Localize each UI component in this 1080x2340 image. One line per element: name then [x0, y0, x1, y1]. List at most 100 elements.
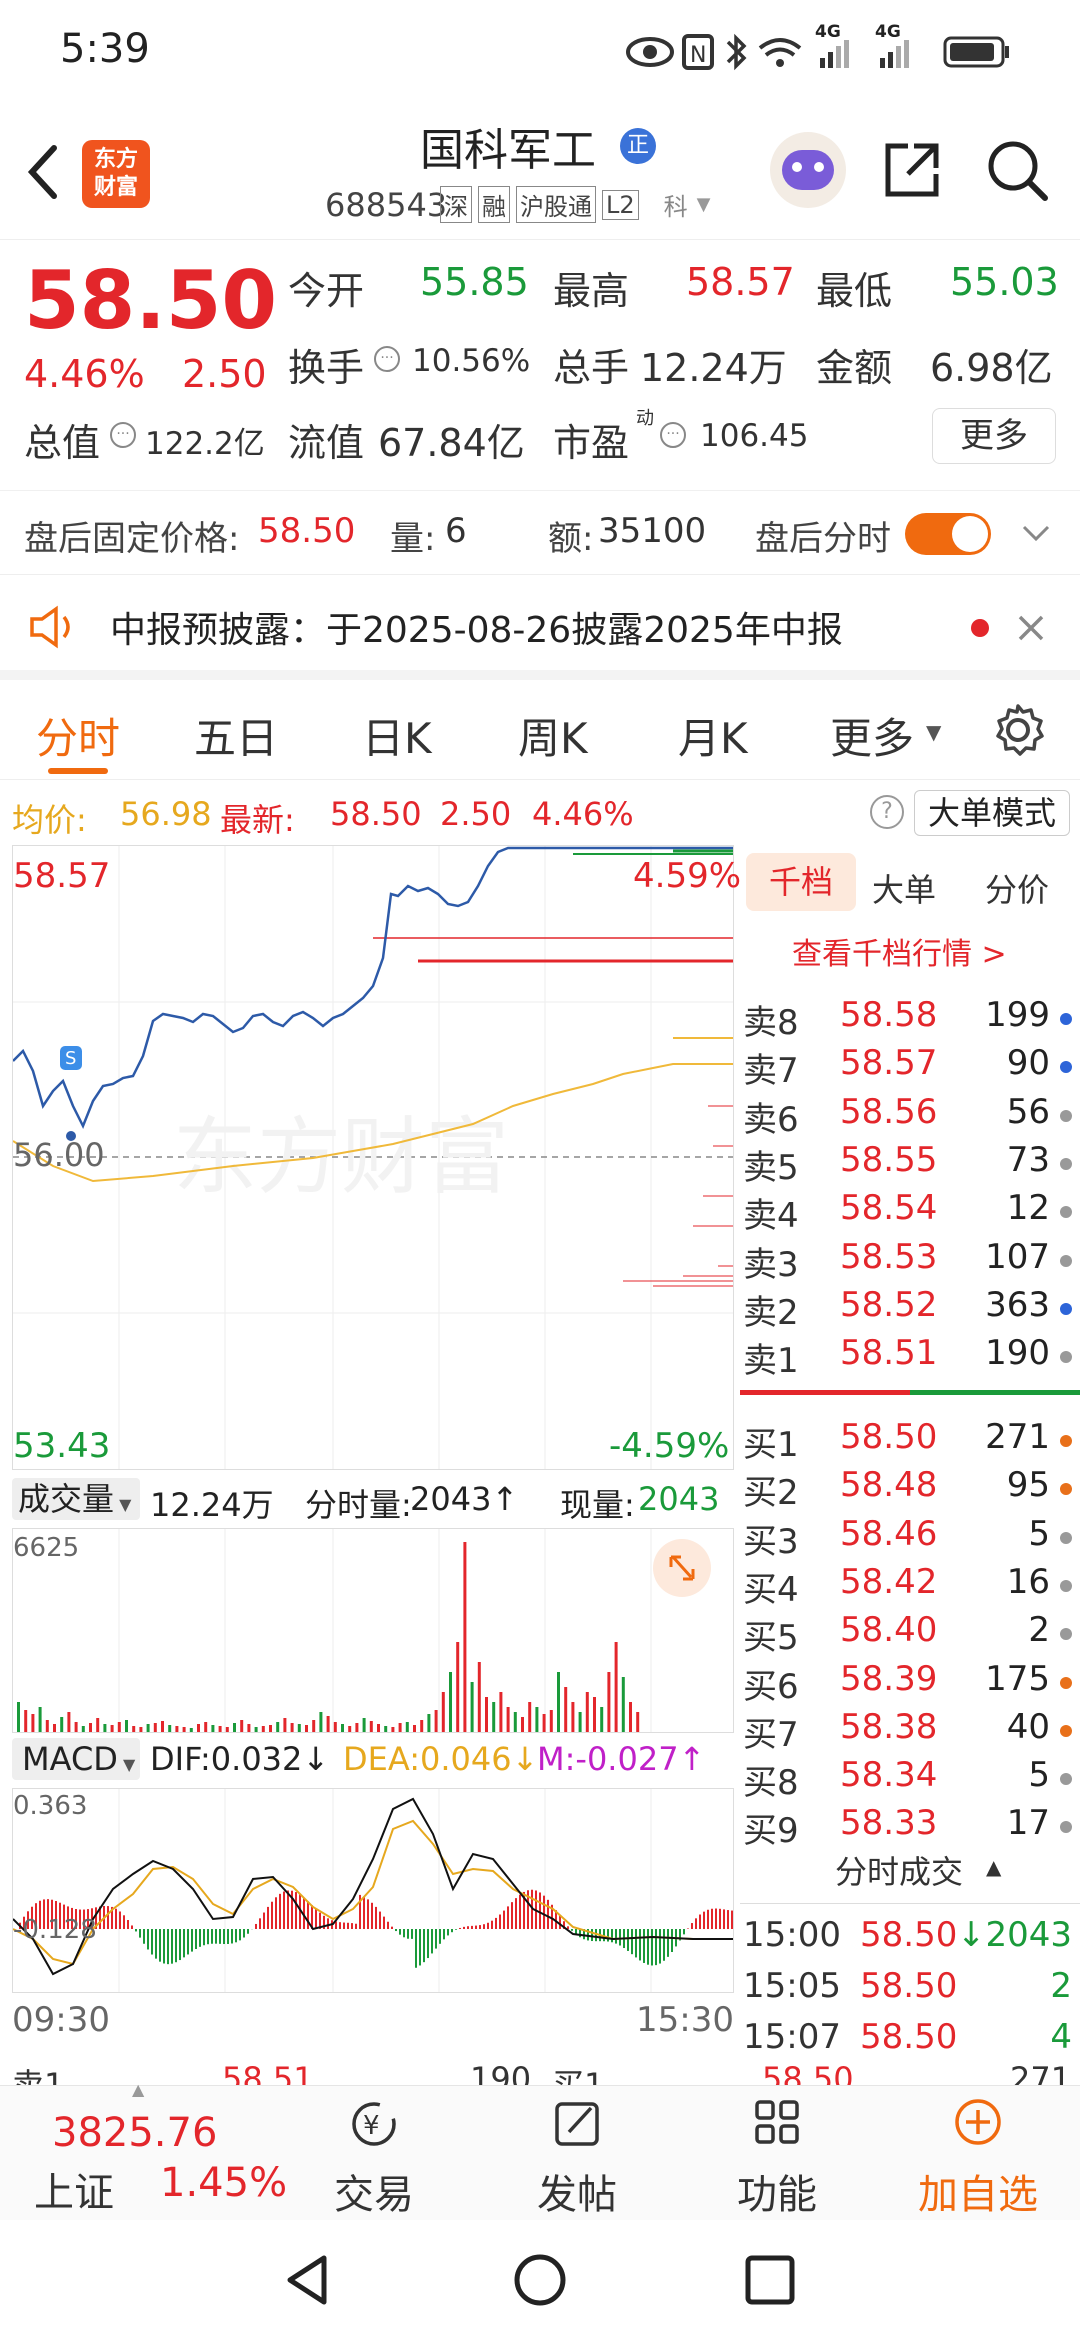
- tab-big-orders[interactable]: 大单: [872, 865, 936, 911]
- turnover-value: 10.56%: [412, 343, 531, 379]
- bid-row[interactable]: 买9 58.33 17: [740, 1803, 1080, 1851]
- tab-monthly-k[interactable]: 月K: [678, 705, 748, 766]
- tab-depth[interactable]: 千档: [746, 853, 856, 911]
- close-icon[interactable]: [1016, 613, 1046, 643]
- intraday-chart[interactable]: 东方财富 S 58.57 4.59% 56.00 53.43 -4.59%: [12, 845, 741, 1470]
- level-dot: [1060, 1435, 1072, 1447]
- level-dot: [1060, 1013, 1072, 1025]
- ask-row[interactable]: 卖7 58.57 90: [740, 1043, 1080, 1091]
- nav-home-icon[interactable]: [512, 2252, 568, 2308]
- stock-code: 688543: [325, 186, 448, 224]
- assistant-robot-icon[interactable]: [770, 132, 846, 208]
- level-label: 买4: [743, 1569, 799, 1610]
- bid-row[interactable]: 买6 58.39 175: [740, 1659, 1080, 1707]
- bottom-pct-label: -4.59%: [609, 1426, 730, 1466]
- chart-tabs: 分时 五日 日K 周K 月K 更多 ▼: [0, 680, 1080, 780]
- app-logo: 东方 财富: [82, 140, 150, 208]
- time-end: 15:30: [636, 2000, 734, 2040]
- info-icon[interactable]: ···: [374, 346, 400, 372]
- bid-row[interactable]: 买1 58.50 271: [740, 1417, 1080, 1465]
- speaker-icon: [30, 605, 70, 649]
- post-button[interactable]: 发帖: [497, 2096, 657, 2220]
- bid-row[interactable]: 买2 58.48 95: [740, 1465, 1080, 1513]
- tab-price-distribution[interactable]: 分价: [985, 865, 1049, 911]
- ask-row[interactable]: 卖1 58.51 190: [740, 1333, 1080, 1381]
- index-value: 3825.76: [52, 2110, 218, 2156]
- level-volume: 95: [1006, 1465, 1050, 1506]
- level-label: 买9: [743, 1811, 799, 1852]
- info-icon[interactable]: ···: [660, 422, 686, 448]
- trade-button[interactable]: ¥ 交易: [294, 2096, 454, 2220]
- nav-back-icon[interactable]: [280, 2252, 336, 2308]
- watermark: 东方财富: [173, 1108, 509, 1206]
- notice-text: 中报预披露：于2025-08-26披露2025年中报: [110, 610, 843, 651]
- latest-value: 58.50: [330, 795, 422, 833]
- ask-row[interactable]: 卖2 58.52 363: [740, 1285, 1080, 1333]
- level-label: 买7: [743, 1714, 799, 1755]
- level-dot: [1060, 1157, 1072, 1170]
- tab-weekly-k[interactable]: 周K: [518, 705, 588, 766]
- bid-row[interactable]: 买8 58.34 5: [740, 1755, 1080, 1803]
- level-dot: [1060, 1109, 1072, 1122]
- expand-icon[interactable]: [653, 1539, 711, 1597]
- volume-chart[interactable]: 6625: [12, 1528, 734, 1733]
- avg-value: 56.98: [120, 795, 212, 833]
- verified-badge: 正: [620, 128, 656, 164]
- status-bar: 5:39 N 4G 4G: [0, 0, 1080, 100]
- view-depth-link[interactable]: 查看千档行情 >: [792, 929, 1007, 973]
- notice-bar[interactable]: 中报预披露：于2025-08-26披露2025年中报: [0, 575, 1080, 680]
- macd-chart[interactable]: 0.363 -0.128: [12, 1788, 734, 1993]
- price-line-series: [13, 846, 733, 1130]
- volume-indicator-select[interactable]: 成交量 ▼: [12, 1478, 140, 1520]
- search-icon[interactable]: [985, 138, 1049, 202]
- unread-dot: [971, 619, 989, 637]
- big-order-mode-button[interactable]: 大单模式: [914, 790, 1070, 836]
- level-dot: [1060, 1351, 1072, 1364]
- macd-bottom-label: -0.128: [13, 1915, 97, 1945]
- change-value: 2.50: [182, 352, 267, 396]
- eye-icon: [626, 37, 674, 67]
- share-icon[interactable]: [880, 138, 944, 202]
- mktcap-label: 总值: [24, 421, 101, 465]
- level-label: 买1: [743, 1425, 799, 1465]
- tab-5day[interactable]: 五日: [194, 705, 278, 766]
- level-price: 58.40: [840, 1610, 938, 1651]
- level-label: 卖8: [743, 1003, 799, 1043]
- high-value: 58.57: [686, 260, 795, 304]
- bid-row[interactable]: 买7 58.38 40: [740, 1707, 1080, 1755]
- ask-row[interactable]: 卖6 58.56 56: [740, 1092, 1080, 1140]
- tab-daily-k[interactable]: 日K: [362, 705, 432, 766]
- macd-indicator-select[interactable]: MACD ▼: [12, 1738, 140, 1780]
- level-volume: 12: [1006, 1188, 1050, 1229]
- level-price: 58.34: [840, 1755, 938, 1796]
- functions-button[interactable]: 功能: [697, 2096, 857, 2220]
- help-icon[interactable]: ?: [870, 795, 904, 829]
- ask-row[interactable]: 卖8 58.58 199: [740, 995, 1080, 1043]
- bid-row[interactable]: 买3 58.46 5: [740, 1514, 1080, 1562]
- ask-row[interactable]: 卖5 58.55 73: [740, 1140, 1080, 1188]
- tab-more[interactable]: 更多: [830, 705, 914, 766]
- back-icon[interactable]: [22, 142, 62, 202]
- level-dot: [1060, 1773, 1072, 1786]
- tab-intraday[interactable]: 分时: [36, 705, 120, 766]
- bid-row[interactable]: 买5 58.40 2: [740, 1610, 1080, 1658]
- signal-icon-2: [880, 40, 909, 68]
- bottom-action-bar: ▲ 3825.76 上证 1.45% ¥ 交易 发帖 功能 加自选: [0, 2080, 1080, 2221]
- gear-icon[interactable]: [990, 702, 1046, 758]
- info-icon[interactable]: ···: [110, 422, 136, 448]
- ask-row[interactable]: 卖4 58.54 12: [740, 1188, 1080, 1236]
- volume-value: 12.24万: [640, 346, 787, 390]
- ticks-header[interactable]: 分时成交: [835, 1847, 963, 1893]
- add-watchlist-button[interactable]: 加自选: [898, 2096, 1058, 2220]
- chevron-down-icon[interactable]: [1020, 521, 1052, 545]
- ask-row[interactable]: 卖3 58.53 107: [740, 1237, 1080, 1285]
- top-pct-label: 4.59%: [633, 856, 742, 896]
- level-label: 卖6: [743, 1099, 799, 1140]
- bid-row[interactable]: 买4 58.42 16: [740, 1562, 1080, 1610]
- index-ticker[interactable]: ▲ 3825.76 上证 1.45%: [0, 2080, 290, 2221]
- level-price: 58.33: [840, 1803, 938, 1844]
- level-price: 58.39: [840, 1658, 938, 1699]
- after-hours-toggle[interactable]: [905, 513, 991, 555]
- more-button[interactable]: 更多: [932, 408, 1056, 464]
- nav-recents-icon[interactable]: [742, 2252, 798, 2308]
